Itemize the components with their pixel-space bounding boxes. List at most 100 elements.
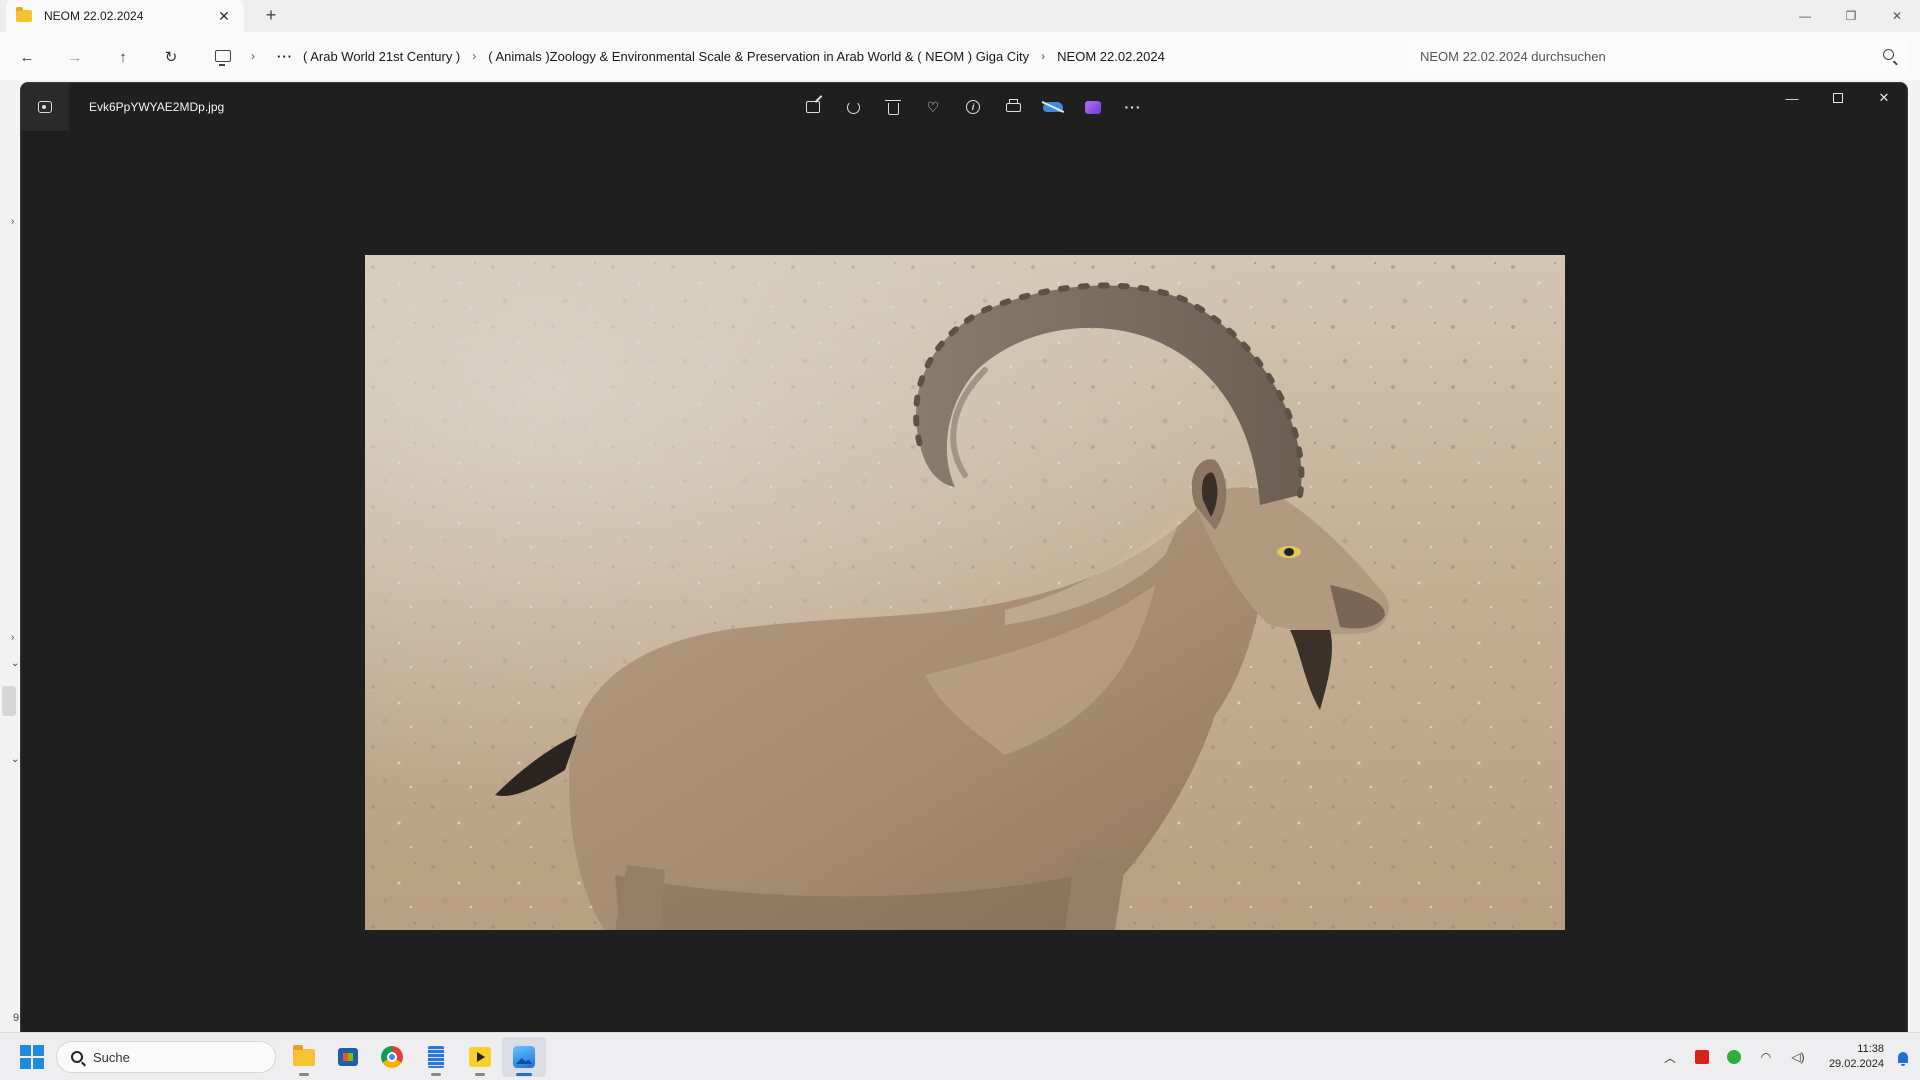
tab-close-button[interactable]: ✕ bbox=[214, 8, 234, 25]
breadcrumb-item[interactable]: ( Arab World 21st Century ) bbox=[303, 49, 460, 64]
clock[interactable]: 11:38 29.02.2024 bbox=[1814, 1042, 1890, 1072]
taskbar-app-chrome[interactable] bbox=[370, 1037, 414, 1077]
image-icon bbox=[38, 101, 52, 113]
taskbar-app-photos[interactable] bbox=[502, 1037, 546, 1077]
search-icon bbox=[71, 1051, 83, 1063]
acrobat-icon bbox=[1695, 1050, 1709, 1064]
running-indicator bbox=[299, 1073, 309, 1076]
explorer-tab[interactable]: NEOM 22.02.2024 ✕ bbox=[6, 0, 244, 32]
forward-button[interactable]: → bbox=[62, 44, 88, 70]
windows-logo-icon bbox=[20, 1045, 31, 1056]
file-explorer-icon bbox=[293, 1044, 315, 1066]
search-icon bbox=[1883, 49, 1894, 60]
explorer-tab-strip: NEOM 22.02.2024 ✕ + — ❐ ✕ bbox=[0, 0, 1920, 32]
minimize-button[interactable]: — bbox=[1782, 0, 1828, 32]
clipchamp-button[interactable] bbox=[1073, 93, 1113, 121]
volume-icon[interactable]: ◁) bbox=[1782, 1033, 1814, 1080]
print-icon bbox=[1005, 98, 1021, 112]
close-button[interactable]: ✕ bbox=[1861, 83, 1907, 113]
this-pc-icon[interactable] bbox=[215, 50, 231, 66]
start-button[interactable] bbox=[20, 1045, 44, 1069]
taskbar-pinned-apps bbox=[282, 1037, 546, 1077]
clock-date: 29.02.2024 bbox=[1828, 1058, 1884, 1070]
onedrive-button[interactable] bbox=[1033, 93, 1073, 121]
ibex-image bbox=[365, 255, 1565, 930]
breadcrumb-separator[interactable]: › bbox=[1041, 49, 1045, 63]
back-button[interactable]: ← bbox=[14, 44, 40, 70]
restore-button[interactable]: ❐ bbox=[1828, 0, 1874, 32]
breadcrumb: › ··· ( Arab World 21st Century ) › ( An… bbox=[200, 40, 1400, 72]
media-player-icon bbox=[469, 1047, 491, 1067]
rotate-icon bbox=[846, 100, 860, 114]
taskbar-search-input[interactable]: Suche bbox=[56, 1041, 276, 1073]
notification-bell-icon[interactable] bbox=[1898, 1051, 1908, 1066]
clock-time: 11:38 bbox=[1857, 1043, 1884, 1055]
microsoft-store-icon bbox=[338, 1048, 358, 1066]
tray-app-green[interactable] bbox=[1718, 1033, 1750, 1080]
refresh-button[interactable]: ↻ bbox=[158, 44, 184, 70]
windows-logo-icon bbox=[33, 1045, 44, 1056]
taskbar-app-microsoft-store[interactable] bbox=[326, 1037, 370, 1077]
clipchamp-icon bbox=[1085, 100, 1101, 114]
chevron-right-icon[interactable]: › bbox=[11, 216, 14, 227]
photos-icon bbox=[513, 1046, 535, 1068]
new-tab-button[interactable]: + bbox=[260, 5, 282, 26]
more-options-button[interactable]: ··· bbox=[1113, 93, 1153, 121]
breadcrumb-separator[interactable]: › bbox=[472, 49, 476, 63]
folder-icon bbox=[16, 7, 32, 22]
trash-icon bbox=[884, 99, 901, 115]
chevron-right-icon[interactable]: › bbox=[11, 632, 14, 643]
favorite-button[interactable]: ♡ bbox=[913, 93, 953, 121]
system-tray: ︿ ◠ ◁) 11:38 29.02.2024 bbox=[1654, 1033, 1920, 1080]
photos-window: Evk6PpYWYAE2MDp.jpg ♡ i ··· — ✕ bbox=[20, 82, 1908, 1033]
chevron-down-icon[interactable]: ⌄ bbox=[11, 754, 19, 765]
info-icon: i bbox=[966, 100, 980, 114]
info-button[interactable]: i bbox=[953, 93, 993, 121]
breadcrumb-overflow[interactable]: ··· bbox=[277, 49, 293, 64]
photos-toolbar: ♡ i ··· bbox=[793, 93, 1153, 121]
nav-selected-item[interactable] bbox=[2, 686, 16, 716]
explorer-address-bar: ← → ↑ ↻ › ··· ( Arab World 21st Century … bbox=[0, 32, 1920, 80]
breadcrumb-separator[interactable]: › bbox=[251, 49, 255, 63]
photos-title-bar: Evk6PpYWYAE2MDp.jpg ♡ i ··· — ✕ bbox=[21, 83, 1907, 131]
wifi-icon[interactable]: ◠ bbox=[1750, 1033, 1782, 1080]
photos-window-controls: — ✕ bbox=[1769, 83, 1907, 113]
ibex-photo[interactable] bbox=[365, 255, 1565, 930]
delete-button[interactable] bbox=[873, 93, 913, 121]
running-indicator bbox=[475, 1073, 485, 1076]
taskbar: Suche ︿ ◠ ◁) 11:38 29.02.2024 bbox=[0, 1032, 1920, 1080]
maximize-button[interactable] bbox=[1815, 83, 1861, 113]
taskbar-search-label: Suche bbox=[93, 1049, 130, 1065]
edit-image-icon bbox=[806, 101, 820, 113]
windows-logo-icon bbox=[20, 1058, 31, 1069]
edit-image-button[interactable] bbox=[793, 93, 833, 121]
breadcrumb-item[interactable]: ( Animals )Zoology & Environmental Scale… bbox=[488, 49, 1029, 64]
tray-app-red[interactable] bbox=[1686, 1033, 1718, 1080]
windows-logo-icon bbox=[33, 1058, 44, 1069]
breadcrumb-item[interactable]: NEOM 22.02.2024 bbox=[1057, 49, 1165, 64]
chevron-down-icon[interactable]: ⌄ bbox=[11, 658, 19, 669]
show-hidden-icons-button[interactable]: ︿ bbox=[1654, 1033, 1686, 1080]
print-button[interactable] bbox=[993, 93, 1033, 121]
photos-app-icon[interactable] bbox=[21, 83, 69, 131]
notepad-icon bbox=[428, 1046, 444, 1068]
running-indicator bbox=[516, 1073, 532, 1076]
minimize-button[interactable]: — bbox=[1769, 83, 1815, 113]
tab-title: NEOM 22.02.2024 bbox=[44, 9, 144, 23]
maximize-icon bbox=[1833, 93, 1843, 103]
file-name: Evk6PpYWYAE2MDp.jpg bbox=[89, 100, 225, 114]
search-input[interactable]: NEOM 22.02.2024 durchsuchen bbox=[1408, 40, 1908, 72]
onedrive-icon bbox=[1043, 102, 1063, 112]
search-placeholder: NEOM 22.02.2024 durchsuchen bbox=[1420, 48, 1606, 64]
security-check-icon bbox=[1727, 1050, 1741, 1064]
running-indicator bbox=[431, 1073, 441, 1076]
taskbar-app-file-explorer[interactable] bbox=[282, 1037, 326, 1077]
item-count-fragment: 9 bbox=[13, 1012, 20, 1024]
chrome-icon bbox=[381, 1046, 403, 1068]
taskbar-app-notepad[interactable] bbox=[414, 1037, 458, 1077]
rotate-button[interactable] bbox=[833, 93, 873, 121]
up-button[interactable]: ↑ bbox=[110, 44, 136, 70]
close-button[interactable]: ✕ bbox=[1874, 0, 1920, 32]
navigation-pane: › › ⌄ ⌄ 9 bbox=[0, 80, 22, 1032]
taskbar-app-media-player[interactable] bbox=[458, 1037, 502, 1077]
